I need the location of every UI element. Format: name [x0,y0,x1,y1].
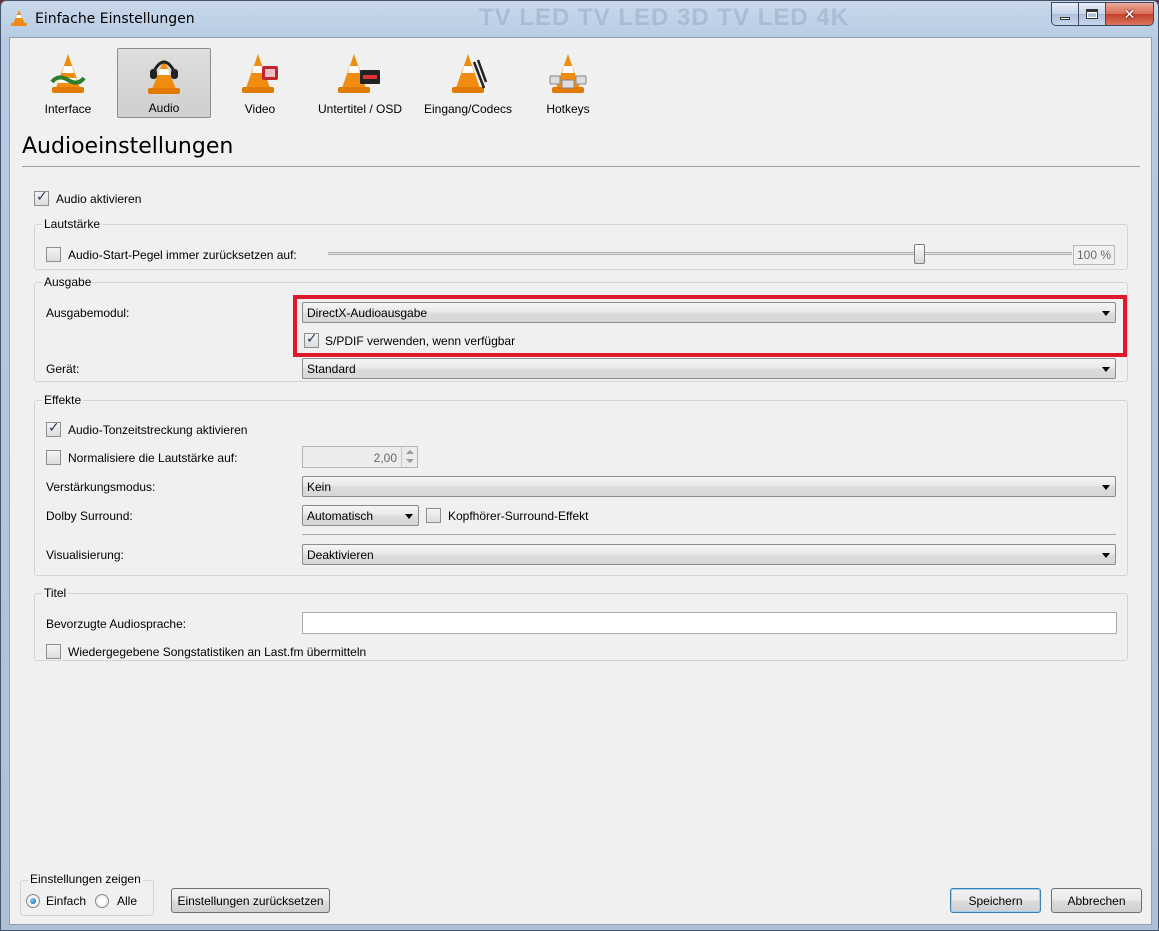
chevron-down-icon [1102,485,1110,490]
category-label: Video [244,102,276,116]
category-label: Eingang/Codecs [423,102,513,116]
timestretch-checkbox[interactable] [46,420,61,437]
chevron-down-icon [1102,367,1110,372]
category-audio[interactable]: Audio [117,48,211,118]
volume-group-title: Lautstärke [42,217,103,231]
visualization-select[interactable]: Deaktivieren [302,544,1116,565]
vlc-video-icon [242,54,278,93]
category-label: Audio [148,101,180,115]
simple-mode-label: Einfach [46,894,87,908]
lastfm-label: Wiedergegebene Songstatistiken an Last.f… [68,645,367,659]
dolby-value: Automatisch [307,509,374,523]
simple-mode-radio[interactable] [26,894,40,908]
enable-audio-checkbox[interactable] [34,189,49,206]
reset-volume-label: Audio-Start-Pegel immer zurücksetzen auf… [68,248,297,262]
vlc-cone-icon [50,54,86,93]
effects-separator [302,534,1116,535]
normalize-label: Normalisiere die Lautstärke auf: [68,451,238,465]
page-title: Audioeinstellungen [22,134,234,159]
preferred-language-input[interactable] [302,612,1117,634]
device-select[interactable]: Standard [302,358,1116,379]
device-value: Standard [307,362,356,376]
reset-volume-checkbox[interactable] [46,247,61,262]
save-button[interactable]: Speichern [950,888,1041,913]
background-banner-text: TV LED TV LED 3D TV LED 4K [479,4,850,31]
show-settings-title: Einstellungen zeigen [28,872,143,886]
title-group-title: Titel [42,586,69,600]
volume-slider-thumb[interactable] [914,244,925,264]
close-icon: ✕ [1123,5,1136,22]
window-title: Einfache Einstellungen [35,11,195,27]
vlc-hotkeys-icon [549,54,587,93]
visualization-value: Deaktivieren [307,548,374,562]
title-divider [22,166,1140,167]
visualization-label: Visualisierung: [46,548,124,562]
preferences-window: Einfache Einstellungen TV LED TV LED 3D … [0,0,1159,931]
volume-slider-track[interactable] [328,252,1072,255]
maximize-button[interactable] [1079,2,1106,26]
normalize-value: 2,00 [373,451,397,465]
highlight-box [293,295,1127,357]
chevron-down-icon [1102,553,1110,558]
dialog-client-area: Interface Audio Video Untertitel / OSD E… [9,37,1152,925]
normalize-spinbox[interactable]: 2,00 [302,446,418,468]
vlc-app-icon [11,10,27,26]
enable-audio-label: Audio aktivieren [56,192,142,206]
category-interface[interactable]: Interface [30,48,106,118]
headphone-surround-checkbox[interactable] [426,508,441,523]
output-group-title: Ausgabe [42,275,94,289]
reset-settings-button[interactable]: Einstellungen zurücksetzen [171,888,330,913]
gain-mode-select[interactable]: Kein [302,476,1116,497]
minimize-icon [1060,16,1070,20]
minimize-button[interactable] [1051,2,1079,26]
title-bar[interactable]: Einfache Einstellungen TV LED TV LED 3D … [1,1,1158,37]
maximize-icon [1086,9,1098,19]
lastfm-checkbox[interactable] [46,644,61,659]
volume-group [34,224,1128,270]
all-mode-radio[interactable] [95,894,109,908]
chevron-down-icon [405,514,413,519]
close-button[interactable]: ✕ [1106,2,1154,26]
all-mode-label: Alle [117,894,138,908]
effects-group-title: Effekte [42,393,84,407]
normalize-checkbox[interactable] [46,450,61,465]
category-subtitles-osd[interactable]: Untertitel / OSD [310,48,410,118]
vlc-codecs-icon [452,54,488,93]
category-input-codecs[interactable]: Eingang/Codecs [418,48,518,118]
category-label: Hotkeys [546,102,590,116]
timestretch-label: Audio-Tonzeitstreckung aktivieren [68,423,248,437]
category-label: Untertitel / OSD [317,102,403,116]
dolby-label: Dolby Surround: [46,509,133,523]
category-label: Interface [44,102,92,116]
preferred-language-label: Bevorzugte Audiosprache: [46,617,187,631]
category-video[interactable]: Video [222,48,298,118]
spin-down-icon[interactable] [401,457,417,467]
dolby-select[interactable]: Automatisch [302,505,419,526]
volume-level-box: 100 % [1073,245,1116,265]
spin-up-icon[interactable] [401,447,417,457]
vlc-headphones-icon [148,59,180,94]
device-label: Gerät: [46,362,80,376]
gain-mode-label: Verstärkungsmodus: [46,480,156,494]
headphone-surround-label: Kopfhörer-Surround-Effekt [448,509,589,523]
cancel-button[interactable]: Abbrechen [1051,888,1142,913]
category-hotkeys[interactable]: Hotkeys [530,48,606,118]
vlc-subtitles-icon [338,54,380,93]
output-module-label: Ausgabemodul: [46,306,130,320]
gain-mode-value: Kein [307,480,332,494]
